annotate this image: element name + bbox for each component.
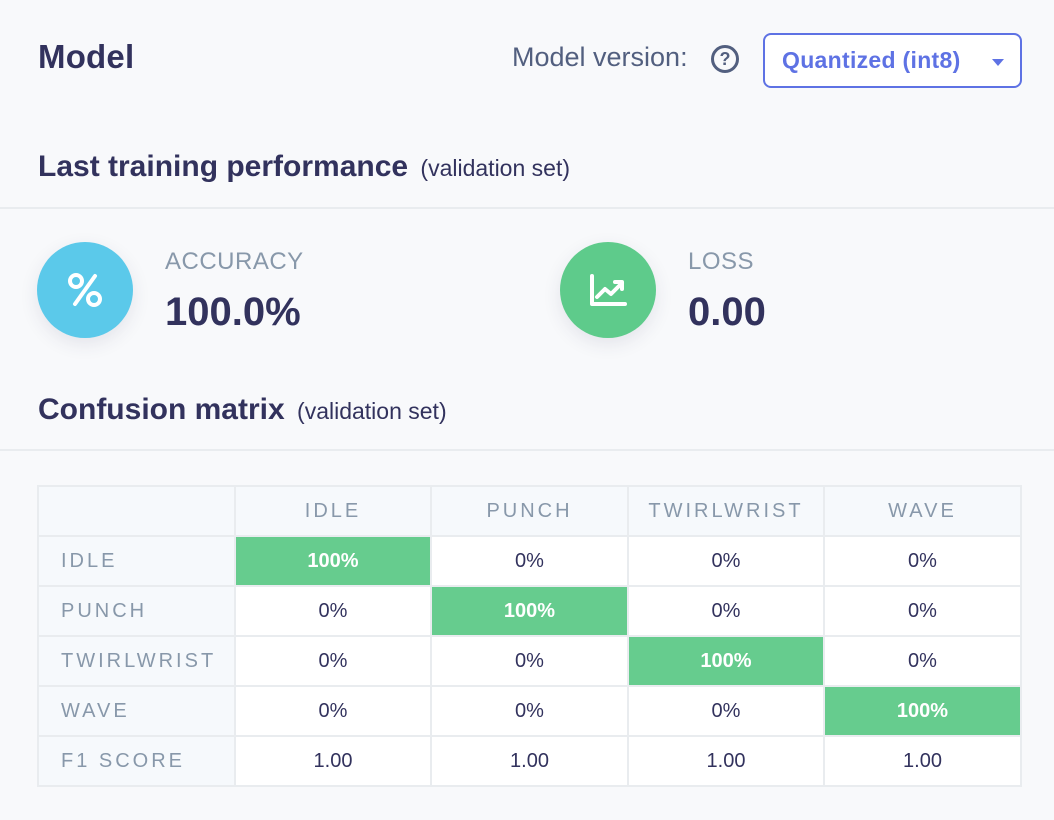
- column-header: IDLE: [234, 485, 432, 537]
- matrix-cell: 100%: [823, 685, 1022, 737]
- row-header: TWIRLWRIST: [37, 635, 236, 687]
- table-row: TWIRLWRIST 0% 0% 100% 0%: [37, 635, 1022, 687]
- matrix-cell: 100%: [234, 535, 432, 587]
- matrix-cell: 0%: [430, 685, 629, 737]
- training-performance-heading: Last training performance (validation se…: [38, 150, 570, 184]
- training-performance-title: Last training performance: [38, 150, 409, 183]
- f1-cell: 1.00: [234, 735, 432, 787]
- matrix-cell: 100%: [430, 585, 629, 637]
- matrix-cell: 0%: [430, 635, 629, 687]
- f1-cell: 1.00: [430, 735, 629, 787]
- f1-cell: 1.00: [627, 735, 825, 787]
- percent-icon: [68, 273, 102, 307]
- matrix-cell: 0%: [823, 535, 1022, 587]
- caret-down-icon: [992, 59, 1004, 66]
- loss-badge: [560, 242, 656, 338]
- section-divider: [0, 449, 1054, 451]
- f1-score-row: F1 SCORE 1.00 1.00 1.00 1.00: [37, 735, 1022, 787]
- matrix-cell: 0%: [234, 635, 432, 687]
- column-header: WAVE: [823, 485, 1022, 537]
- matrix-cell: 0%: [627, 535, 825, 587]
- accuracy-label: ACCURACY: [165, 248, 304, 275]
- row-header: WAVE: [37, 685, 236, 737]
- f1-cell: 1.00: [823, 735, 1022, 787]
- training-performance-subtitle: (validation set): [420, 155, 570, 181]
- matrix-cell: 0%: [823, 635, 1022, 687]
- help-icon[interactable]: ?: [711, 45, 739, 73]
- table-row: WAVE 0% 0% 0% 100%: [37, 685, 1022, 737]
- page-title: Model: [38, 38, 135, 75]
- model-version-dropdown[interactable]: Quantized (int8): [763, 33, 1022, 88]
- matrix-cell: 0%: [234, 585, 432, 637]
- matrix-cell: 0%: [627, 685, 825, 737]
- section-divider: [0, 207, 1054, 209]
- accuracy-badge: [37, 242, 133, 338]
- trending-chart-icon: [590, 274, 627, 306]
- model-version-label: Model version:: [512, 42, 688, 72]
- confusion-matrix-title: Confusion matrix: [38, 393, 285, 426]
- model-version-selected: Quantized (int8): [782, 47, 961, 73]
- table-corner-cell: [37, 485, 236, 537]
- matrix-cell: 0%: [234, 685, 432, 737]
- row-header: IDLE: [37, 535, 236, 587]
- matrix-cell: 100%: [627, 635, 825, 687]
- matrix-cell: 0%: [430, 535, 629, 587]
- column-header: TWIRLWRIST: [627, 485, 825, 537]
- table-row: PUNCH 0% 100% 0% 0%: [37, 585, 1022, 637]
- confusion-matrix-subtitle: (validation set): [297, 398, 447, 424]
- matrix-cell: 0%: [627, 585, 825, 637]
- row-header: PUNCH: [37, 585, 236, 637]
- accuracy-value: 100.0%: [165, 290, 301, 334]
- column-header: PUNCH: [430, 485, 629, 537]
- confusion-matrix-table: IDLE PUNCH TWIRLWRIST WAVE IDLE 100% 0% …: [37, 485, 1022, 787]
- confusion-matrix-heading: Confusion matrix (validation set): [38, 393, 447, 427]
- loss-label: LOSS: [688, 248, 755, 275]
- loss-value: 0.00: [688, 290, 766, 334]
- model-header: Model Model version: ? Quantized (int8): [0, 0, 1054, 120]
- row-header: F1 SCORE: [37, 735, 236, 787]
- table-header-row: IDLE PUNCH TWIRLWRIST WAVE: [37, 485, 1022, 537]
- table-row: IDLE 100% 0% 0% 0%: [37, 535, 1022, 587]
- matrix-cell: 0%: [823, 585, 1022, 637]
